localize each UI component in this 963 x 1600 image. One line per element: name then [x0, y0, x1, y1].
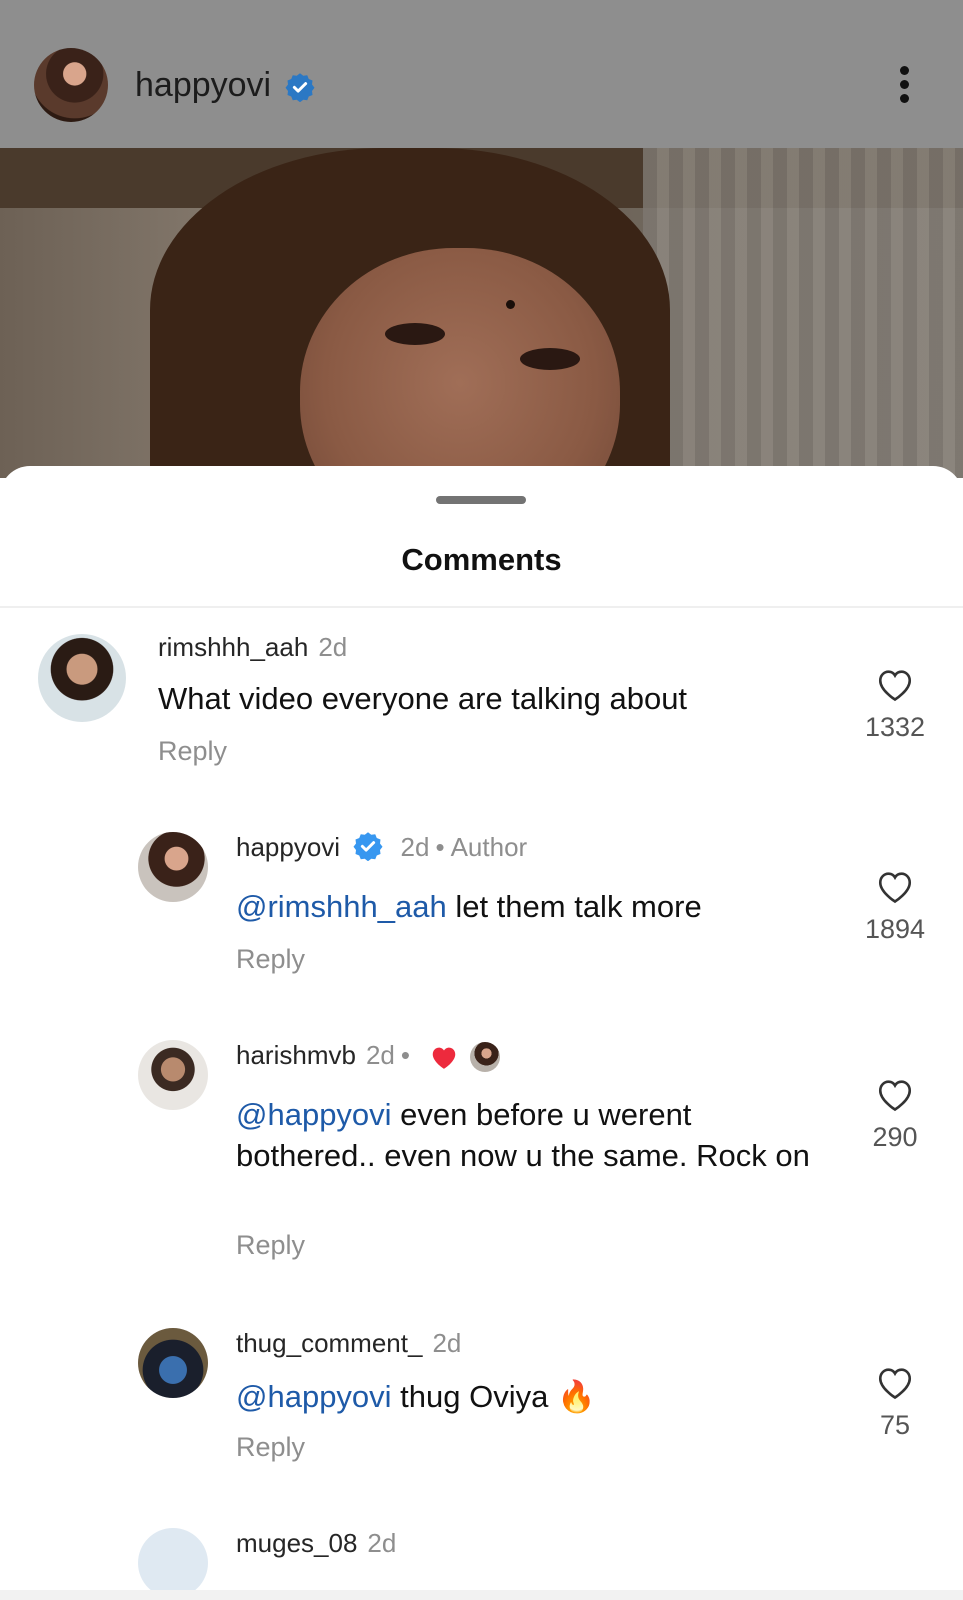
verified-badge-icon: [353, 832, 383, 862]
like-count: 1894: [864, 914, 926, 944]
comment-text: @rimshhh_aah let them talk more: [236, 889, 702, 924]
comments-sheet: Comments rimshhh_aah 2d What video everyo…: [0, 466, 963, 1600]
comment-time: 2d: [432, 1328, 462, 1358]
comment-time: 2d: [400, 832, 430, 862]
separator-dot: •: [435, 832, 445, 862]
comment-username[interactable]: thug_comment_: [236, 1328, 422, 1358]
like-control: 75: [855, 1364, 935, 1441]
mention-link[interactable]: @happyovi: [236, 1379, 392, 1414]
post-photo: [0, 148, 963, 478]
comment-meta: thug_comment_ 2d: [236, 1328, 461, 1359]
comment-meta: happyovi 2d • Author: [236, 832, 527, 863]
post-header: happyovi: [0, 0, 963, 148]
comment-username[interactable]: happyovi: [236, 832, 340, 862]
divider: [0, 606, 963, 608]
comment-time: 2d: [367, 1528, 397, 1558]
reply-button[interactable]: Reply: [236, 1230, 305, 1261]
reply-button[interactable]: Reply: [158, 736, 227, 767]
comment-time: 2d: [365, 1040, 395, 1070]
comment-text: @happyovi even before u werent bothered.…: [236, 1097, 810, 1173]
verified-badge-icon: [285, 73, 315, 102]
reply-button[interactable]: Reply: [236, 944, 305, 975]
comment-time: 2d: [318, 632, 348, 662]
comment-meta: muges_08 2d: [236, 1528, 396, 1559]
heart-icon[interactable]: [875, 868, 915, 904]
author-label: Author: [450, 832, 528, 862]
drag-handle[interactable]: [436, 496, 526, 504]
heart-icon[interactable]: [875, 1076, 915, 1112]
like-control: 290: [855, 1076, 935, 1153]
like-count: 75: [879, 1410, 911, 1440]
heart-icon[interactable]: [875, 1364, 915, 1400]
reply-button[interactable]: Reply: [236, 1432, 305, 1463]
comment-text: What video everyone are talking about: [158, 681, 688, 716]
comment-username[interactable]: rimshhh_aah: [158, 632, 308, 662]
fire-emoji-icon: 🔥: [557, 1379, 596, 1414]
avatar[interactable]: [138, 1328, 208, 1398]
heart-icon[interactable]: [875, 666, 915, 702]
like-count: 1332: [864, 712, 926, 742]
avatar[interactable]: [138, 1528, 208, 1598]
header-avatar[interactable]: [34, 48, 108, 122]
comment-username[interactable]: harishmvb: [236, 1040, 356, 1070]
like-count: 290: [872, 1122, 918, 1152]
avatar[interactable]: [138, 1040, 208, 1110]
bottom-edge: [0, 1590, 963, 1600]
mention-link[interactable]: @happyovi: [236, 1097, 392, 1132]
comment-username[interactable]: muges_08: [236, 1528, 357, 1558]
comment-meta: rimshhh_aah 2d: [158, 632, 347, 663]
comment-text: @happyovi thug Oviya 🔥: [236, 1379, 596, 1414]
comment-meta: harishmvb 2d •: [236, 1040, 501, 1073]
avatar[interactable]: [38, 634, 126, 722]
avatar[interactable]: [138, 832, 208, 902]
more-vertical-icon[interactable]: [895, 66, 913, 106]
separator-dot: •: [400, 1040, 410, 1070]
like-control: 1894: [855, 868, 935, 945]
sheet-title: Comments: [401, 542, 562, 577]
red-heart-icon: [432, 1047, 456, 1069]
author-avatar-mini: [470, 1042, 501, 1073]
mention-link[interactable]: @rimshhh_aah: [236, 889, 447, 924]
like-control: 1332: [855, 666, 935, 743]
header-username[interactable]: happyovi: [135, 66, 271, 105]
